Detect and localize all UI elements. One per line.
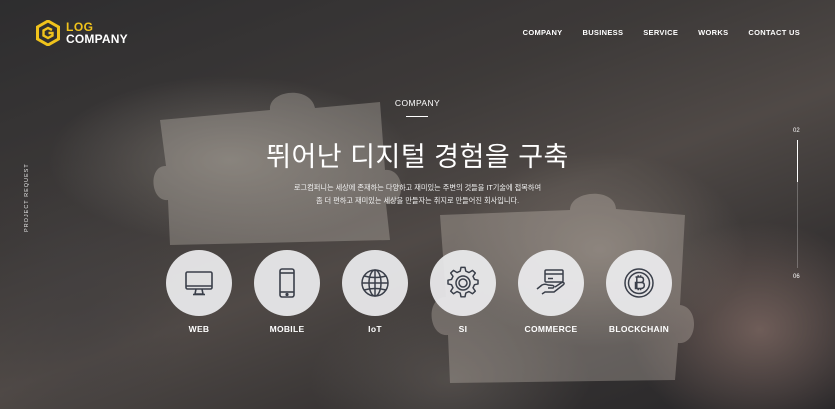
eyebrow-divider <box>406 116 428 117</box>
nav-works[interactable]: WORKS <box>698 28 728 37</box>
service-web-circle[interactable] <box>166 250 232 316</box>
smartphone-icon <box>279 268 295 298</box>
service-mobile-label: MOBILE <box>269 324 305 334</box>
service-commerce-circle[interactable] <box>518 250 584 316</box>
nav-business[interactable]: BUSINESS <box>583 28 624 37</box>
service-list: WEB MOBILE IoT SI COMMERCE BLOCKCHAIN <box>166 250 672 334</box>
service-web-label: WEB <box>188 324 210 334</box>
page-title: 뛰어난 디지털 경험을 구축 <box>266 142 569 172</box>
logo[interactable]: LOG COMPANY <box>36 20 128 46</box>
pager-total: 06 <box>793 274 800 280</box>
pager-current: 02 <box>793 128 800 134</box>
service-commerce[interactable]: COMMERCE <box>518 250 584 334</box>
service-blockchain-circle[interactable] <box>606 250 672 316</box>
service-iot-label: IoT <box>368 324 382 334</box>
service-blockchain[interactable]: BLOCKCHAIN <box>606 250 672 334</box>
nav-company[interactable]: COMPANY <box>523 28 563 37</box>
logo-hexagon-icon <box>36 20 60 46</box>
gear-icon <box>447 266 479 298</box>
monitor-icon <box>185 271 213 296</box>
service-iot[interactable]: IoT <box>342 250 408 334</box>
globe-icon <box>361 269 389 297</box>
main-nav: COMPANY BUSINESS SERVICE WORKS CONTACT U… <box>523 28 800 37</box>
service-mobile[interactable]: MOBILE <box>254 250 320 334</box>
section-eyebrow: COMPANY <box>394 98 441 108</box>
logo-line2: COMPANY <box>66 32 128 46</box>
hero-description: 로그컴퍼니는 세상에 존재하는 다양하고 재미있는 주변의 것들을 IT기술에 … <box>0 181 835 207</box>
service-web[interactable]: WEB <box>166 250 232 334</box>
service-blockchain-label: BLOCKCHAIN <box>608 324 670 334</box>
service-si-label: SI <box>458 324 468 334</box>
bitcoin-icon <box>624 268 654 298</box>
desc-line-1: 로그컴퍼니는 세상에 존재하는 다양하고 재미있는 주변의 것들을 IT기술에 … <box>293 183 542 192</box>
nav-service[interactable]: SERVICE <box>643 28 678 37</box>
service-commerce-label: COMMERCE <box>524 324 578 334</box>
service-iot-circle[interactable] <box>342 250 408 316</box>
service-mobile-circle[interactable] <box>254 250 320 316</box>
card-payment-icon <box>536 269 565 295</box>
service-si-circle[interactable] <box>430 250 496 316</box>
desc-line-2: 좀 더 편하고 재미있는 세상을 만들자는 취지로 만들어진 회사입니다. <box>315 196 520 205</box>
site-header: LOG COMPANY COMPANY BUSINESS SERVICE WOR… <box>0 0 835 66</box>
service-si[interactable]: SI <box>430 250 496 334</box>
logo-text: LOG COMPANY <box>66 21 128 45</box>
nav-contact-us[interactable]: CONTACT US <box>748 28 800 37</box>
